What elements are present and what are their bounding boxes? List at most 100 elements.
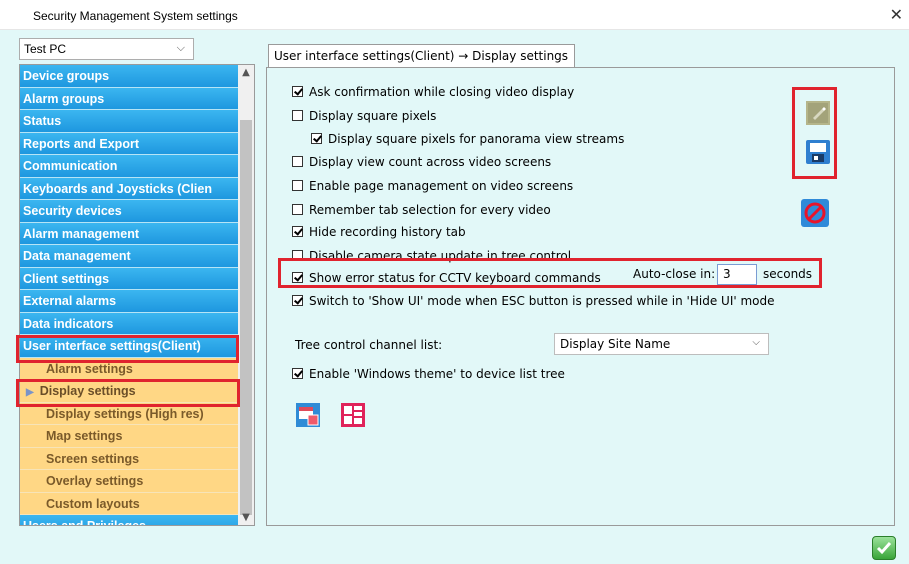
nav-item[interactable]: Map settings xyxy=(20,425,240,448)
display-settings-panel: Ask confirmation while closing video dis… xyxy=(266,67,895,526)
nav-item-label: Users and Privileges xyxy=(23,519,146,526)
nav-item[interactable]: Communication xyxy=(20,155,240,178)
nav-item[interactable]: Alarm settings xyxy=(20,357,240,380)
nav-item[interactable]: Reports and Export xyxy=(20,132,240,155)
nav-item-label: Display settings (High res) xyxy=(46,406,204,421)
checkbox-box[interactable] xyxy=(292,156,303,167)
import-layout-icon[interactable] xyxy=(295,402,321,428)
nav-item-label: User interface settings(Client) xyxy=(23,339,201,353)
checkbox-box[interactable] xyxy=(292,368,303,379)
nav-items: Device groups Alarm groups Status Reports a… xyxy=(20,65,240,526)
option-checkbox[interactable]: Switch to 'Show UI' mode when ESC button… xyxy=(292,294,775,312)
checkbox-box[interactable] xyxy=(311,133,322,144)
nav-item-label: Screen settings xyxy=(46,451,140,466)
nav-item[interactable]: Display settings (High res) xyxy=(20,402,240,425)
cancel-icon[interactable] xyxy=(801,199,829,227)
nav-item-label: Status xyxy=(23,114,62,128)
autoclose-unit-label: seconds xyxy=(763,267,813,281)
close-icon[interactable]: ✕ xyxy=(890,5,903,24)
nav-item-label: External alarms xyxy=(23,294,117,308)
nav-item[interactable]: Overlay settings xyxy=(20,470,240,493)
option-label: Switch to 'Show UI' mode when ESC button… xyxy=(309,294,775,308)
nav-item[interactable]: Status xyxy=(20,110,240,133)
nav-scrollbar[interactable]: ▲ ▼ xyxy=(238,65,254,525)
settings-nav-tree[interactable]: Device groups Alarm groups Status Reports a… xyxy=(19,64,255,526)
chevron-down-icon: ⌵ xyxy=(176,41,185,54)
nav-item[interactable]: Keyboards and Joysticks (Clien xyxy=(20,177,240,200)
pc-select[interactable]: Test PC ⌵ xyxy=(19,38,194,60)
window-title: Security Management System settings xyxy=(33,9,238,23)
scroll-thumb[interactable] xyxy=(240,120,252,515)
checkbox-box[interactable] xyxy=(292,86,303,97)
option-checkbox[interactable]: Display square pixels for panorama view … xyxy=(311,132,624,150)
option-checkbox[interactable]: Enable page management on video screens xyxy=(292,179,573,197)
nav-item-label: Keyboards and Joysticks (Clien xyxy=(23,181,212,196)
nav-item-label: Security devices xyxy=(23,204,122,218)
selected-arrow-icon: ▶ xyxy=(26,387,34,398)
option-checkbox[interactable]: Show error status for CCTV keyboard comm… xyxy=(292,271,601,289)
autoclose-seconds-input[interactable]: 3 xyxy=(717,264,757,285)
nav-item-label: Data indicators xyxy=(23,316,114,331)
option-label: Display square pixels for panorama view … xyxy=(328,132,625,146)
option-label: Disable camera state update in tree cont… xyxy=(309,249,572,263)
checkbox-box[interactable] xyxy=(292,295,303,306)
checkbox-box[interactable] xyxy=(292,226,303,237)
option-label: Display square pixels xyxy=(309,109,437,123)
chevron-down-icon: ⌵ xyxy=(752,337,760,348)
nav-item-label: Reports and Export xyxy=(23,136,139,151)
nav-item[interactable]: Alarm management xyxy=(20,222,240,245)
nav-item[interactable]: Security devices xyxy=(20,200,240,223)
nav-item-label: Alarm management xyxy=(23,226,140,241)
nav-item[interactable]: Data management xyxy=(20,245,240,268)
option-checkbox[interactable]: Remember tab selection for every video xyxy=(292,203,551,221)
nav-item-label: Overlay settings xyxy=(46,474,144,488)
checkbox-box[interactable] xyxy=(292,204,303,215)
pc-select-value: Test PC xyxy=(24,42,67,56)
nav-item-label: Display settings xyxy=(39,384,136,398)
nav-item[interactable]: Custom layouts xyxy=(20,492,240,515)
option-label: Show error status for CCTV keyboard comm… xyxy=(309,271,601,285)
grid-layout-icon[interactable] xyxy=(340,402,366,428)
nav-item[interactable]: Alarm groups xyxy=(20,87,240,110)
option-checkbox[interactable]: Display square pixels xyxy=(292,109,436,127)
nav-item[interactable]: User interface settings(Client) xyxy=(20,335,240,358)
save-icon[interactable] xyxy=(805,139,831,165)
nav-item-label: Data management xyxy=(23,249,131,263)
option-checkbox[interactable]: Display view count across video screens xyxy=(292,155,551,173)
ok-check-icon xyxy=(876,542,892,555)
tree-control-select[interactable]: Display Site Name ⌵ xyxy=(554,333,769,355)
title-bar: Security Management System settings ✕ xyxy=(0,0,909,30)
scroll-down-icon[interactable]: ▼ xyxy=(238,512,254,523)
nav-item[interactable]: External alarms xyxy=(20,290,240,313)
option-label: Hide recording history tab xyxy=(309,225,466,239)
checkbox-box[interactable] xyxy=(292,180,303,191)
enable-windows-theme-label: Enable 'Windows theme' to device list tr… xyxy=(309,367,565,381)
nav-item[interactable]: Device groups xyxy=(20,65,240,88)
nav-item[interactable]: Client settings xyxy=(20,267,240,290)
checkbox-box[interactable] xyxy=(292,250,303,261)
checkbox-box[interactable] xyxy=(292,110,303,121)
option-label: Display view count across video screens xyxy=(309,155,552,169)
option-checkbox[interactable]: Disable camera state update in tree cont… xyxy=(292,249,571,267)
tab-display-settings[interactable]: User interface settings(Client) → Displa… xyxy=(268,44,576,68)
checkbox-box[interactable] xyxy=(292,272,303,283)
nav-item[interactable]: Screen settings xyxy=(20,447,240,470)
option-checkbox[interactable]: Hide recording history tab xyxy=(292,225,466,243)
nav-item-label: Client settings xyxy=(23,271,110,286)
autoclose-label: Auto-close in: xyxy=(633,267,716,281)
nav-item-label: Alarm groups xyxy=(23,91,105,106)
nav-item[interactable]: Data indicators xyxy=(20,312,240,335)
scroll-up-icon[interactable]: ▲ xyxy=(238,67,254,78)
option-checkbox[interactable]: Ask confirmation while closing video dis… xyxy=(292,85,574,103)
nav-item-label: Device groups xyxy=(23,69,110,83)
edit-icon[interactable] xyxy=(805,100,831,126)
nav-item[interactable]: ▶ Display settings xyxy=(20,380,240,403)
enable-windows-theme-checkbox[interactable]: Enable 'Windows theme' to device list tr… xyxy=(292,367,565,385)
nav-item-label: Alarm settings xyxy=(46,361,133,376)
nav-item-label: Map settings xyxy=(46,429,123,443)
ok-button[interactable] xyxy=(872,536,896,560)
nav-item[interactable]: Users and Privileges xyxy=(20,515,240,526)
option-label: Ask confirmation while closing video dis… xyxy=(309,85,575,99)
option-label: Enable page management on video screens xyxy=(309,179,574,193)
tree-control-label: Tree control channel list: xyxy=(295,338,443,352)
